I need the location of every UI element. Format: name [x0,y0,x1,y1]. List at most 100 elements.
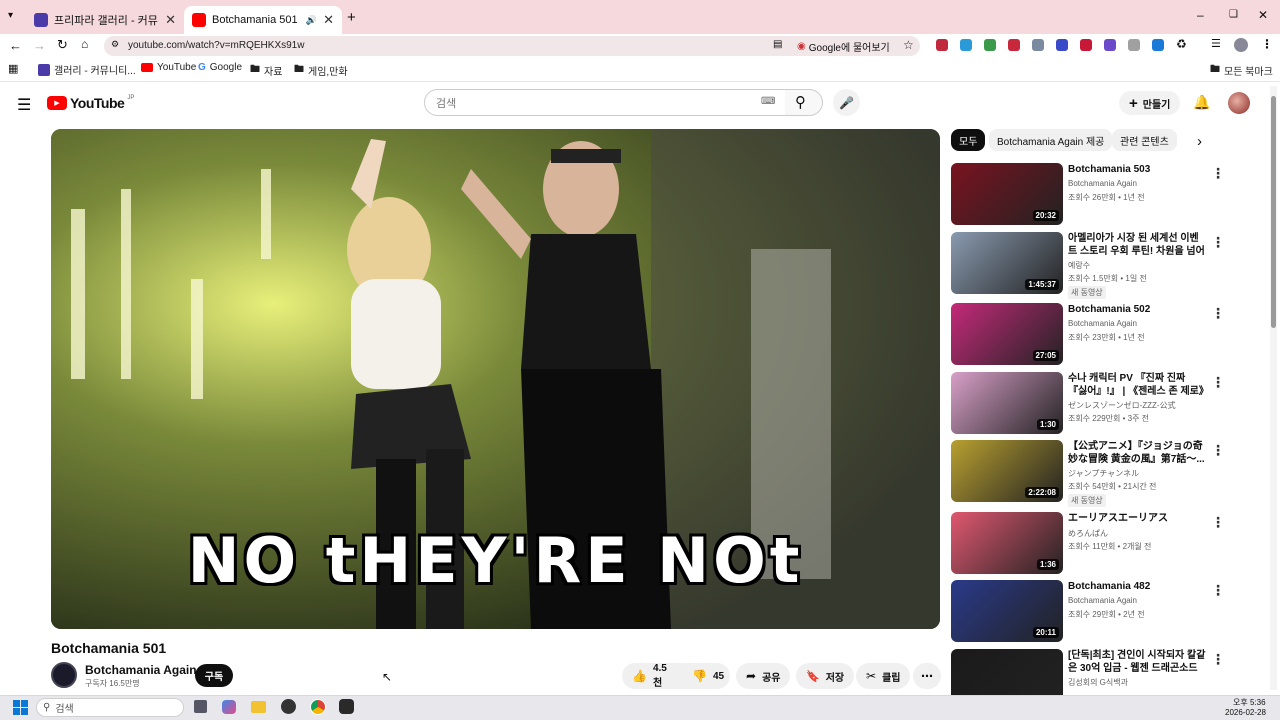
back-icon[interactable]: ← [9,38,22,53]
tab-youtube-video[interactable]: Botchamania 501 - YouTub 🔊 ✕ [184,6,342,34]
extension-icon[interactable] [1056,39,1068,51]
task-view-icon[interactable] [194,700,207,713]
voice-search-button[interactable]: 🎤 [833,89,860,116]
extension-icon[interactable] [936,39,948,51]
clock-date[interactable]: 2026-02-28 [1225,708,1266,717]
youtube-logo[interactable]: ▶ YouTube JP [47,95,134,111]
chrome-icon[interactable] [310,699,326,715]
more-options-icon[interactable]: ⋮ [1211,582,1225,599]
cast-icon[interactable]: ▤ [773,39,782,50]
speaker-icon[interactable]: 🔊 [306,15,317,26]
related-video-channel[interactable]: 김성회의 G식백과 [1068,677,1128,688]
all-bookmarks-folder[interactable]: 🖿 모든 북마크 [1210,62,1273,79]
related-video-title[interactable]: 아멜리아가 시장 된 세계선 이벤트 스토리 우회 루틴! 차원을 넘어 그..… [1068,232,1206,258]
apps-grid-icon[interactable]: ▦ [8,62,18,75]
close-tab-icon[interactable]: ✕ [165,12,176,28]
video-thumbnail[interactable]: 1:30 [951,372,1063,434]
video-thumbnail[interactable]: 20:32 [951,163,1063,225]
bookmark-star-icon[interactable]: ☆ [903,38,914,52]
home-icon[interactable]: ⌂ [81,37,88,51]
related-video-title[interactable]: [단독|최초] 견인이 시작되자 칼같은 30억 입금 - 웹젠 드래곤소드 사… [1068,649,1206,675]
messenger-icon[interactable] [339,699,354,714]
related-video-card[interactable]: 27:05 Botchamania 502 Botchamania Again 조회수… [951,303,1241,367]
account-avatar[interactable] [1228,92,1250,114]
extension-icon[interactable] [984,39,996,51]
extension-icon[interactable] [1032,39,1044,51]
share-button[interactable]: ➦ 공유 [736,663,791,689]
extension-icon[interactable] [1128,39,1140,51]
related-video-card[interactable]: 2:22:08 【公式アニメ】『ジョジョの奇妙な冒険 黄金の風』第7話〜... ジャ… [951,440,1241,507]
related-video-channel[interactable]: ゼンレスゾーンゼロ-ZZZ-公式 [1068,400,1176,411]
video-thumbnail[interactable]: 2:22:08 [951,440,1063,502]
search-button[interactable]: ⚲ [785,89,823,116]
channel-name[interactable]: Botchamania Again [85,663,197,677]
related-video-card[interactable]: 1:36 エーリアスエーリアス めろんぱん 조회수 11만회 • 2개월 전 ⋮ [951,512,1241,576]
ask-google-button[interactable]: ◉ Google에 물어보기 [797,39,890,54]
extension-icon[interactable] [1104,39,1116,51]
video-thumbnail[interactable]: 27:05 [951,303,1063,365]
video-thumbnail[interactable]: 1:45:37 [951,232,1063,294]
notifications-bell-icon[interactable]: 🔔 [1193,94,1210,111]
related-video-title[interactable]: エーリアスエーリアス [1068,512,1206,525]
scrollbar-thumb[interactable] [1271,96,1276,328]
subscribe-button[interactable]: 구독 [195,664,233,687]
browser-menu-icon[interactable]: ⋮ [1261,37,1273,51]
related-video-title[interactable]: Botchamania 482 [1068,580,1206,593]
bookmark-google[interactable]: G Google [198,62,242,73]
extension-icon[interactable] [960,39,972,51]
chevron-right-icon[interactable]: › [1197,133,1202,150]
chip-related[interactable]: 관련 콘텐츠 [1112,129,1177,151]
video-player[interactable]: NO tHEY'RE NOt [51,129,940,629]
save-button[interactable]: 🔖 저장 [796,663,855,689]
related-video-channel[interactable]: Botchamania Again [1068,596,1137,605]
more-options-icon[interactable]: ⋮ [1211,651,1225,668]
file-explorer-icon[interactable] [251,701,266,713]
search-input[interactable]: 검색 [424,89,786,116]
video-thumbnail[interactable]: 1:36 [951,512,1063,574]
more-options-icon[interactable]: ⋮ [1211,374,1225,391]
copilot-icon[interactable] [222,700,236,714]
minimize-window-button[interactable]: – [1197,8,1204,22]
forward-icon[interactable]: → [33,38,46,53]
related-video-channel[interactable]: めろんぱん [1068,528,1108,539]
bookmark-folder-resources[interactable]: 🖿 자료 [250,62,282,79]
create-button[interactable]: + 만들기 [1119,91,1181,115]
related-video-title[interactable]: Botchamania 503 [1068,163,1206,176]
related-video-channel[interactable]: Botchamania Again [1068,319,1137,328]
video-thumbnail[interactable]: 20:11 [951,580,1063,642]
site-info-icon[interactable]: ⚙ [111,39,119,50]
hamburger-menu-icon[interactable]: ☰ [17,95,31,115]
related-video-card[interactable]: 1:45:37 아멜리아가 시장 된 세계선 이벤트 스토리 우회 루틴! 차원을… [951,232,1241,299]
clip-button[interactable]: ✂ 클립 [856,663,911,689]
tab-prism-gallery[interactable]: 프리파라 갤러리 - 커뮤니티 포 ✕ [26,6,184,34]
related-video-card[interactable]: 20:11 Botchamania 482 Botchamania Again 조회수… [951,580,1241,644]
profile-avatar[interactable] [1234,38,1248,52]
extension-icon[interactable] [1080,39,1092,51]
chip-from-channel[interactable]: Botchamania Again 제공 [989,129,1113,151]
chip-all[interactable]: 모두 [951,129,986,151]
close-tab-icon[interactable]: ✕ [323,12,334,28]
more-options-icon[interactable]: ⋮ [1211,165,1225,182]
dislike-button[interactable]: 👎 45 [682,663,730,689]
related-video-channel[interactable]: 예랑수 [1068,260,1090,271]
like-button[interactable]: 👍 4.5천 [622,663,682,689]
clock-time[interactable]: 오후 5:36 [1233,697,1266,708]
channel-avatar[interactable] [51,662,77,688]
more-options-icon[interactable]: ⋮ [1211,234,1225,251]
windows-start-icon[interactable] [13,700,28,715]
related-video-title[interactable]: Botchamania 502 [1068,303,1206,316]
more-options-icon[interactable]: ⋮ [1211,305,1225,322]
url-text[interactable]: youtube.com/watch?v=mRQEHKXs91w [128,40,304,51]
related-video-channel[interactable]: ジャンプチャンネル [1068,468,1139,479]
related-video-card[interactable]: 1:30 수나 캐릭터 PV 『진짜 진짜 『싫어』!』 | 《젠레스 존 제로》… [951,372,1241,436]
tab-search-icon[interactable]: ▾ [8,10,13,21]
restore-window-button[interactable]: ❑ [1229,9,1238,20]
taskbar-search-box[interactable]: ⚲ 검색 [36,698,184,717]
close-window-button[interactable]: ✕ [1258,8,1268,22]
more-options-icon[interactable]: ⋮ [1211,442,1225,459]
reading-list-icon[interactable]: ☰ [1211,37,1221,50]
new-tab-button[interactable]: + [347,9,356,26]
keyboard-icon[interactable]: ⌨ [761,96,775,107]
related-video-card[interactable]: 20:32 Botchamania 503 Botchamania Again 조회수… [951,163,1241,227]
more-options-icon[interactable]: ⋮ [1211,514,1225,531]
